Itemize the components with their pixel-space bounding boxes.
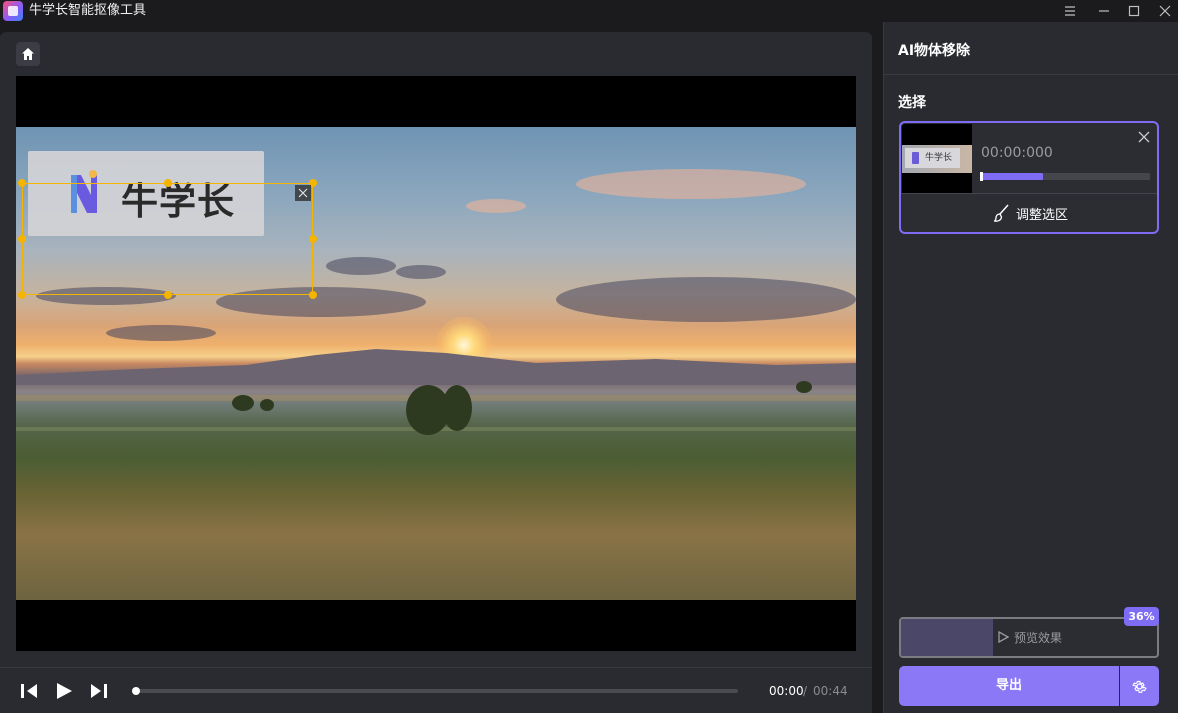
play-outline-icon [998,631,1009,643]
play-button[interactable] [54,680,76,702]
selection-range-marker[interactable] [980,172,983,181]
video-frame: 牛学长 [16,127,856,600]
timeline-knob[interactable] [132,687,140,695]
step-forward-button[interactable] [88,680,110,702]
preview-button[interactable]: 预览效果 [899,617,1159,658]
export-settings-button[interactable] [1120,666,1159,706]
section-label: 选择 [898,95,926,111]
resize-handle[interactable] [18,235,26,243]
selection-card[interactable]: 牛学长 00:00:000 调整选区 [899,121,1159,234]
title-bar: 牛学长智能抠像工具 [0,0,1178,22]
play-icon [57,683,72,699]
progress-percent-badge: 36% [1124,607,1159,626]
close-icon [1138,131,1150,143]
divider [884,74,1178,75]
settings-gear-icon [1132,680,1147,693]
panel-title: AI物体移除 [898,43,971,59]
selection-range-track[interactable] [980,172,1150,181]
video-viewport[interactable]: 牛学长 [16,76,856,651]
resize-handle[interactable] [18,179,26,187]
home-icon [22,48,34,60]
selection-time: 00:00:000 [981,145,1053,161]
adjust-selection-label: 调整选区 [1016,208,1069,223]
selection-range-fill [980,173,1043,180]
selection-thumbnail: 牛学长 [902,124,972,194]
thumbnail-mark [912,152,919,164]
resize-handle[interactable] [164,291,172,299]
step-back-button[interactable] [18,680,40,702]
thumbnail-frame: 牛学长 [902,145,972,173]
time-separator: / [803,684,808,698]
total-time: 00:44 [813,684,848,698]
close-icon[interactable] [1154,0,1176,22]
selection-box[interactable] [18,179,317,299]
preview-label: 预览效果 [1014,631,1063,645]
preview-progress-fill [901,619,994,656]
video-panel: 牛学长 00:00 / 00:44 [0,32,872,713]
app-logo-icon [3,1,23,21]
brush-icon [994,204,1009,222]
home-button[interactable] [16,42,40,66]
step-forward-icon [91,684,107,698]
adjust-selection-button[interactable]: 调整选区 [901,194,1157,232]
step-back-icon [21,684,37,698]
current-time: 00:00 [769,684,804,698]
mountains [16,349,856,385]
app-title: 牛学长智能抠像工具 [29,3,147,18]
maximize-icon[interactable] [1123,0,1145,22]
close-selection-button[interactable] [295,185,311,201]
resize-handle[interactable] [309,235,317,243]
resize-handle[interactable] [18,291,26,299]
side-panel: AI物体移除 选择 牛学长 00:00:000 调整选区 预览效果 36% 导出 [883,22,1178,713]
resize-handle[interactable] [164,179,172,187]
playback-bar: 00:00 / 00:44 [0,667,872,713]
resize-handle[interactable] [309,291,317,299]
menu-icon[interactable] [1059,0,1081,22]
remove-selection-button[interactable] [1137,129,1151,143]
export-button[interactable]: 导出 [899,666,1119,706]
thumbnail-text: 牛学长 [925,153,953,163]
close-selection-icon [298,188,308,198]
thumbnail-logo: 牛学长 [905,148,960,168]
timeline-slider[interactable] [132,687,738,695]
minimize-icon[interactable] [1093,0,1115,22]
